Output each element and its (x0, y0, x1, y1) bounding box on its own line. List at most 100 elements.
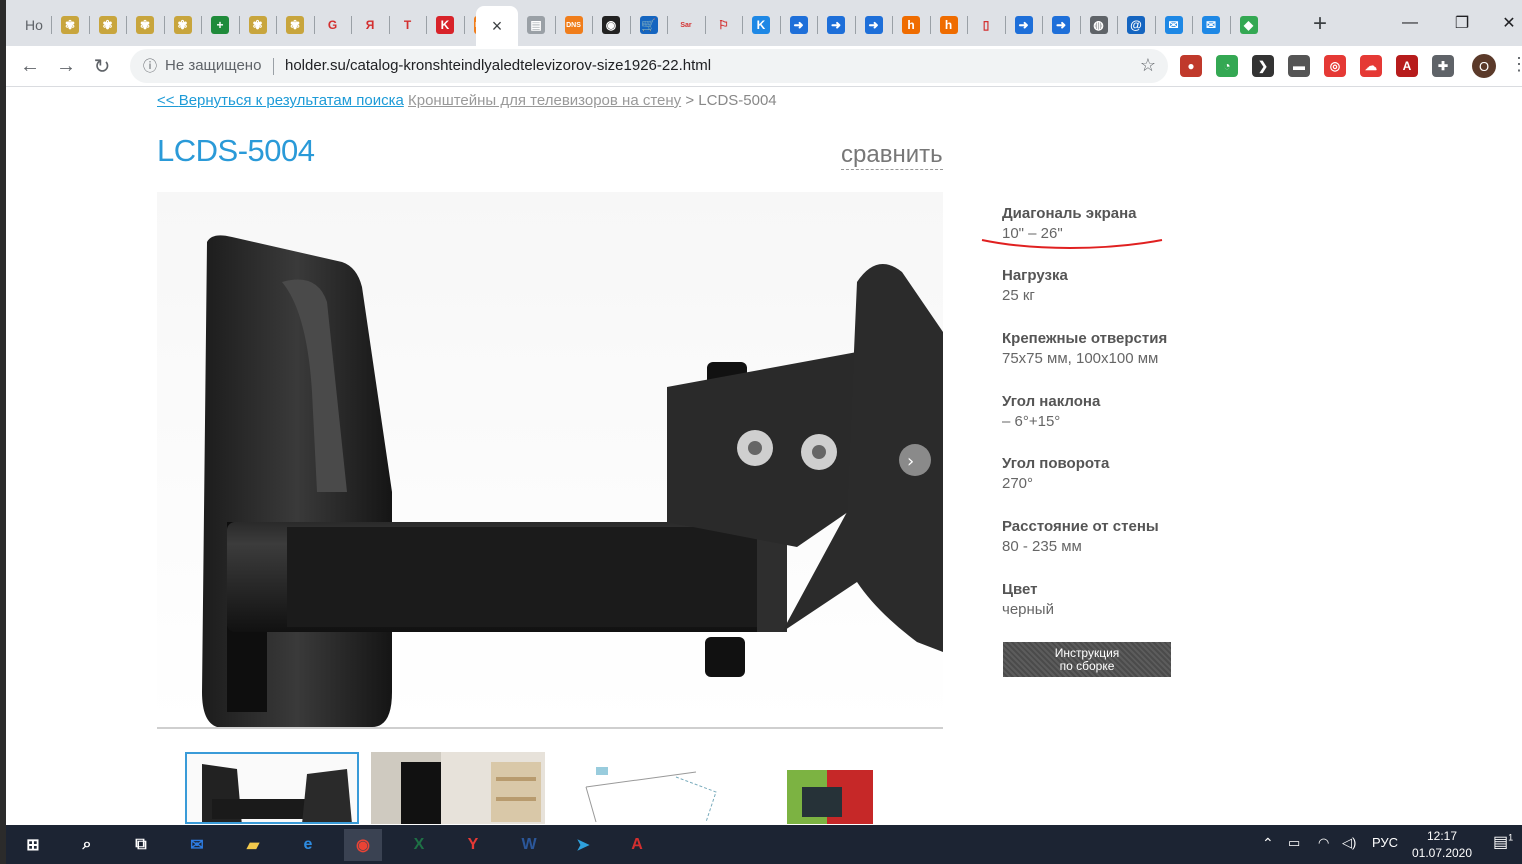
globe-icon: ◍ (1089, 16, 1108, 34)
language-indicator[interactable]: РУС (1372, 835, 1398, 850)
volume-icon[interactable]: ◁) (1342, 835, 1356, 851)
url-text[interactable]: holder.su/catalog-kronshteindlyaledtelev… (285, 57, 711, 74)
spec-wall-distance: Расстояние от стены 80 - 235 мм (1002, 518, 1159, 555)
back-button[interactable]: ← (16, 52, 44, 80)
tab-4[interactable]: ✾ (165, 8, 201, 42)
tab-5[interactable]: + (202, 8, 238, 42)
search-icon[interactable]: ⌕ (68, 829, 106, 861)
thumbnail-room-image (371, 752, 545, 824)
product-image[interactable]: › (157, 192, 943, 727)
tab-24[interactable]: h (931, 8, 967, 42)
minimize-button[interactable]: — (1390, 10, 1430, 36)
page-title: LCDS-5004 (157, 133, 315, 168)
reload-button[interactable]: ↻ (88, 52, 116, 80)
tab-29[interactable]: @ (1118, 8, 1154, 42)
forward-button[interactable]: → (52, 52, 80, 80)
emblem-icon: ✾ (173, 16, 192, 34)
tab-30[interactable]: ✉ (1156, 8, 1192, 42)
thumbnail-3[interactable] (556, 752, 730, 824)
tab-17[interactable]: Sar (668, 8, 704, 42)
bookmark-star-icon[interactable]: ☆ (1140, 55, 1156, 76)
tab-32[interactable]: ◆ (1231, 8, 1267, 42)
tab-31[interactable]: ✉ (1193, 8, 1229, 42)
acrobat-ext-icon[interactable]: A (1396, 55, 1418, 77)
thumbnail-4[interactable] (742, 752, 916, 824)
tab-first[interactable]: Ho (14, 8, 54, 42)
tab-6[interactable]: ✾ (240, 8, 276, 42)
tab-20[interactable]: ➜ (781, 8, 817, 42)
compare-link[interactable]: сравнить (841, 141, 943, 170)
profile-avatar[interactable]: O (1472, 54, 1496, 78)
document-icon: ▤ (527, 16, 545, 34)
excel-icon[interactable]: X (400, 829, 438, 861)
tab-15[interactable]: ◉ (593, 8, 629, 42)
wifi-icon[interactable]: ◠ (1318, 835, 1329, 851)
dark-ext-icon[interactable]: ❯ (1252, 55, 1274, 77)
new-tab-button[interactable]: + (1306, 10, 1334, 38)
restore-button[interactable]: ❐ (1442, 10, 1482, 36)
manual-button-line2: по сборке (1059, 658, 1115, 673)
breadcrumb-category-link[interactable]: Кронштейны для телевизоров на стену (408, 92, 681, 109)
mail-app-icon[interactable]: ✉ (178, 829, 216, 861)
chrome-icon[interactable]: ◉ (344, 829, 382, 861)
tab-13[interactable]: ▤ (518, 8, 554, 42)
tab-9[interactable]: Я (352, 8, 388, 42)
tab-active[interactable]: × (476, 6, 518, 46)
security-label[interactable]: Не защищено (165, 57, 261, 74)
task-view-icon[interactable]: ⧉ (122, 829, 160, 861)
address-bar[interactable]: ⓘ Не защищено holder.su/catalog-kronshte… (130, 49, 1168, 83)
tab-3[interactable]: ✾ (127, 8, 163, 42)
tab-21[interactable]: ➜ (818, 8, 854, 42)
spec-label: Диагональ экрана (1002, 205, 1137, 222)
tab-10[interactable]: T (390, 8, 426, 42)
close-window-button[interactable]: ✕ (1494, 10, 1522, 36)
tab-8[interactable]: G (315, 8, 351, 42)
breadcrumb-back-link[interactable]: << Вернуться к результатам поиска (157, 92, 404, 109)
tab-18[interactable]: ⚐ (706, 8, 742, 42)
word-icon[interactable]: W (510, 829, 548, 861)
assembly-manual-button[interactable]: Инструкция по сборке (1003, 642, 1171, 677)
close-tab-icon[interactable]: × (492, 16, 503, 37)
telegram-icon[interactable]: ➤ (564, 829, 602, 861)
thumbnail-1[interactable] (185, 752, 359, 824)
k-icon: K (436, 16, 454, 34)
tab-26[interactable]: ➜ (1006, 8, 1042, 42)
acrobat-icon[interactable]: A (618, 829, 656, 861)
image-divider (157, 727, 943, 729)
avatar-ext-icon[interactable]: ● (1180, 55, 1202, 77)
tab-16[interactable]: 🛒 (631, 8, 667, 42)
clock[interactable]: 12:17 01.07.2020 (1406, 828, 1478, 862)
cloud-ext-icon[interactable]: ☁ (1360, 55, 1382, 77)
tab-23[interactable]: h (893, 8, 929, 42)
edge-icon[interactable]: e (289, 829, 327, 861)
reload-icon: ↻ (93, 55, 111, 78)
hat-ext-icon[interactable]: ▬ (1288, 55, 1310, 77)
windows-start-icon[interactable]: ⊞ (14, 829, 52, 861)
tab-25[interactable]: ▯ (968, 8, 1004, 42)
tab-19[interactable]: K (743, 8, 779, 42)
thumbnail-2[interactable] (371, 752, 545, 824)
arrow-left-icon: ← (20, 54, 40, 77)
info-icon[interactable]: ⓘ (140, 56, 160, 76)
chrome-ext-icon[interactable]: ◔ (1216, 55, 1238, 77)
notification-count: 1 (1508, 832, 1514, 843)
yandex-browser-icon[interactable]: Y (454, 829, 492, 861)
tab-22[interactable]: ➜ (856, 8, 892, 42)
spec-color: Цвет черный (1002, 581, 1054, 618)
red-ring-ext-icon[interactable]: ◎ (1324, 55, 1346, 77)
tab-28[interactable]: ◍ (1081, 8, 1117, 42)
tab-1[interactable]: ✾ (52, 8, 88, 42)
file-explorer-icon[interactable]: ▰ (234, 829, 272, 861)
tab-14[interactable]: DNS (556, 8, 592, 42)
tab-11[interactable]: K (427, 8, 463, 42)
mail-at-icon: @ (1127, 16, 1145, 34)
tab-7[interactable]: ✾ (277, 8, 313, 42)
tab-27[interactable]: ➜ (1043, 8, 1079, 42)
menu-kebab-icon[interactable]: ⋮ (1510, 54, 1522, 75)
notification-icon: ▤ (1493, 834, 1509, 851)
battery-icon[interactable]: ▭ (1288, 835, 1300, 851)
puzzle-ext-icon[interactable]: ✚ (1432, 55, 1454, 77)
chevron-up-icon[interactable]: ⌃ (1262, 835, 1274, 852)
notification-center-button[interactable]: ▤1 (1493, 832, 1513, 852)
tab-2[interactable]: ✾ (90, 8, 126, 42)
